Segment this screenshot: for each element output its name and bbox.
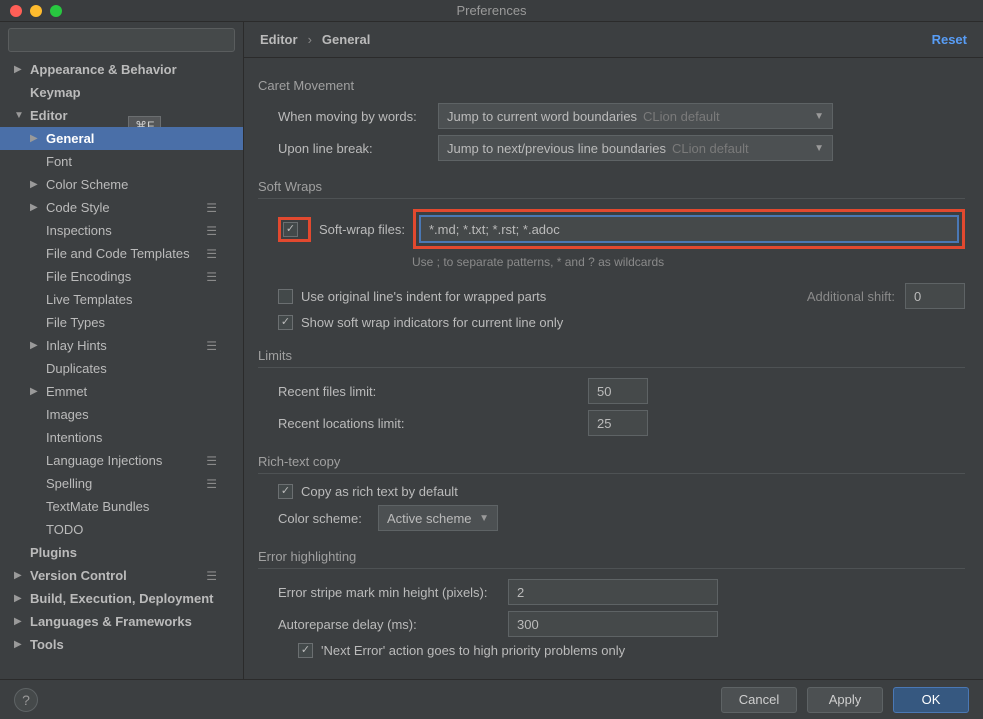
gear-icon: ☰ <box>206 569 217 583</box>
sidebar-item-version-control[interactable]: ▶Version Control☰ <box>0 564 243 587</box>
reset-link[interactable]: Reset <box>932 32 967 47</box>
ok-button[interactable]: OK <box>893 687 969 713</box>
sidebar-item-plugins[interactable]: Plugins <box>0 541 243 564</box>
gear-icon: ☰ <box>206 454 217 468</box>
select-when-moving[interactable]: Jump to current word boundaries CLion de… <box>438 103 833 129</box>
select-hint: CLion default <box>643 109 720 124</box>
checkbox-next-error[interactable] <box>298 643 313 658</box>
select-value: Jump to next/previous line boundaries <box>447 141 666 156</box>
sidebar-item-emmet[interactable]: ▶Emmet <box>0 380 243 403</box>
settings-tree: ⌘F ▶Appearance & Behavior Keymap ▼Editor… <box>0 58 243 679</box>
close-icon[interactable] <box>10 5 22 17</box>
sidebar-item-duplicates[interactable]: Duplicates <box>0 357 243 380</box>
label-copy-rich-text: Copy as rich text by default <box>301 484 458 499</box>
select-value: Active scheme <box>387 511 472 526</box>
sidebar-item-code-style[interactable]: ▶Code Style☰ <box>0 196 243 219</box>
sidebar-item-file-types[interactable]: File Types <box>0 311 243 334</box>
sidebar-item-inspections[interactable]: Inspections☰ <box>0 219 243 242</box>
sidebar: ⌘F ▶Appearance & Behavior Keymap ▼Editor… <box>0 22 244 679</box>
sidebar-item-editor[interactable]: ▼Editor <box>0 104 243 127</box>
label-when-moving: When moving by words: <box>278 109 438 124</box>
select-value: Jump to current word boundaries <box>447 109 637 124</box>
input-soft-wrap-patterns[interactable] <box>419 215 959 243</box>
label-color-scheme: Color scheme: <box>278 511 378 526</box>
hint-soft-wrap: Use ; to separate patterns, * and ? as w… <box>392 255 965 269</box>
window-title: Preferences <box>456 3 526 18</box>
sidebar-item-tools[interactable]: ▶Tools <box>0 633 243 656</box>
section-caret-movement: Caret Movement <box>258 78 965 93</box>
highlight-input <box>413 209 965 249</box>
label-upon-break: Upon line break: <box>278 141 438 156</box>
gear-icon: ☰ <box>206 224 217 238</box>
gear-icon: ☰ <box>206 339 217 353</box>
zoom-icon[interactable] <box>50 5 62 17</box>
label-error-stripe: Error stripe mark min height (pixels): <box>278 585 508 600</box>
breadcrumb-editor[interactable]: Editor <box>260 32 298 47</box>
section-soft-wraps: Soft Wraps <box>258 179 965 199</box>
breadcrumb-general: General <box>322 32 370 47</box>
select-color-scheme[interactable]: Active scheme ▼ <box>378 505 498 531</box>
footer: ? Cancel Apply OK <box>0 679 983 719</box>
sidebar-item-images[interactable]: Images <box>0 403 243 426</box>
checkbox-soft-wrap[interactable] <box>283 222 298 237</box>
apply-button[interactable]: Apply <box>807 687 883 713</box>
sidebar-item-keymap[interactable]: Keymap <box>0 81 243 104</box>
sidebar-item-appearance[interactable]: ▶Appearance & Behavior <box>0 58 243 81</box>
checkbox-use-original-indent[interactable] <box>278 289 293 304</box>
label-recent-locations: Recent locations limit: <box>278 416 588 431</box>
sidebar-item-file-code-templates[interactable]: File and Code Templates☰ <box>0 242 243 265</box>
chevron-down-icon: ▼ <box>814 143 824 154</box>
sidebar-item-inlay-hints[interactable]: ▶Inlay Hints☰ <box>0 334 243 357</box>
checkbox-copy-rich-text[interactable] <box>278 484 293 499</box>
cancel-button[interactable]: Cancel <box>721 687 797 713</box>
input-error-stripe[interactable] <box>508 579 718 605</box>
highlight-checkbox <box>278 217 311 242</box>
label-soft-wrap-files: Soft-wrap files: <box>319 222 405 237</box>
label-autoreparse: Autoreparse delay (ms): <box>278 617 508 632</box>
sidebar-item-spelling[interactable]: Spelling☰ <box>0 472 243 495</box>
gear-icon: ☰ <box>206 201 217 215</box>
search-input[interactable] <box>8 28 235 52</box>
section-limits: Limits <box>258 348 965 368</box>
section-error-highlighting: Error highlighting <box>258 549 965 569</box>
input-recent-locations[interactable] <box>588 410 648 436</box>
gear-icon: ☰ <box>206 247 217 261</box>
label-additional-shift: Additional shift: <box>807 289 895 304</box>
gear-icon: ☰ <box>206 477 217 491</box>
sidebar-item-languages-frameworks[interactable]: ▶Languages & Frameworks <box>0 610 243 633</box>
label-recent-files: Recent files limit: <box>278 384 588 399</box>
help-button[interactable]: ? <box>14 688 38 712</box>
breadcrumb-row: Editor › General Reset <box>244 22 983 58</box>
input-recent-files[interactable] <box>588 378 648 404</box>
sidebar-item-intentions[interactable]: Intentions <box>0 426 243 449</box>
titlebar: Preferences <box>0 0 983 22</box>
sidebar-item-color-scheme[interactable]: ▶Color Scheme <box>0 173 243 196</box>
sidebar-item-textmate-bundles[interactable]: TextMate Bundles <box>0 495 243 518</box>
breadcrumb: Editor › General <box>260 32 370 47</box>
section-rich-text: Rich-text copy <box>258 454 965 474</box>
input-additional-shift[interactable] <box>905 283 965 309</box>
sidebar-item-build[interactable]: ▶Build, Execution, Deployment <box>0 587 243 610</box>
label-next-error: 'Next Error' action goes to high priorit… <box>321 643 625 658</box>
select-hint: CLion default <box>672 141 749 156</box>
sidebar-item-font[interactable]: Font <box>0 150 243 173</box>
sidebar-item-todo[interactable]: TODO <box>0 518 243 541</box>
gear-icon: ☰ <box>206 270 217 284</box>
label-show-indicators: Show soft wrap indicators for current li… <box>301 315 563 330</box>
input-autoreparse[interactable] <box>508 611 718 637</box>
chevron-right-icon: › <box>308 32 312 47</box>
select-upon-break[interactable]: Jump to next/previous line boundaries CL… <box>438 135 833 161</box>
sidebar-item-file-encodings[interactable]: File Encodings☰ <box>0 265 243 288</box>
sidebar-item-live-templates[interactable]: Live Templates <box>0 288 243 311</box>
chevron-down-icon: ▼ <box>479 513 489 524</box>
minimize-icon[interactable] <box>30 5 42 17</box>
sidebar-item-general[interactable]: ▶General <box>0 127 243 150</box>
chevron-down-icon: ▼ <box>814 111 824 122</box>
checkbox-show-indicators[interactable] <box>278 315 293 330</box>
settings-panel: Caret Movement When moving by words: Jum… <box>244 58 983 679</box>
label-use-original-indent: Use original line's indent for wrapped p… <box>301 289 546 304</box>
sidebar-item-language-injections[interactable]: Language Injections☰ <box>0 449 243 472</box>
